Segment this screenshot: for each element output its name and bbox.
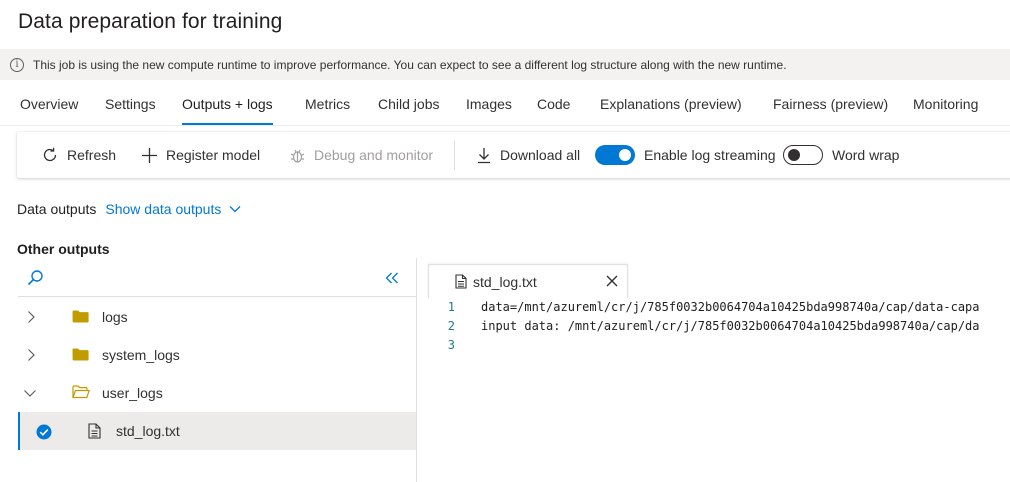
tab-images[interactable]: Images [466,96,512,112]
chevron-right-icon[interactable] [26,310,36,324]
search-icon[interactable] [27,269,44,286]
refresh-button[interactable]: Refresh [41,132,116,178]
line-number: 2 [447,319,455,333]
show-data-outputs-text: Show data outputs [105,201,222,217]
tree-item-logs[interactable]: logs [18,298,416,336]
tab-fairness[interactable]: Fairness (preview) [773,96,888,112]
show-data-outputs-link[interactable]: Show data outputs [105,201,241,217]
refresh-icon [43,147,57,162]
tree-item-system-logs[interactable]: system_logs [18,336,416,374]
data-outputs-row: Data outputs Show data outputs [17,201,241,217]
file-icon [88,423,101,439]
tree-toolbar [18,260,416,297]
tab-code[interactable]: Code [537,96,570,112]
register-model-label: Register model [166,147,261,163]
code-line: 3 [417,338,1010,357]
tab-metrics[interactable]: Metrics [305,96,350,112]
add-icon [142,147,157,163]
log-streaming-label: Enable log streaming [644,147,776,163]
tab-child-jobs[interactable]: Child jobs [378,96,439,112]
word-wrap-toggle[interactable]: Word wrap [783,132,899,178]
tree-item-label: system_logs [102,347,180,363]
tree-item-label: std_log.txt [116,423,180,439]
info-message: This job is using the new compute runtim… [33,57,787,72]
debug-monitor-label: Debug and monitor [314,147,434,163]
file-tree: logs system_logs user_logs std_log.txt [18,260,416,482]
log-viewer: std_log.txt 1 data=/mnt/azureml/cr/j/785… [417,258,1010,482]
checkmark-circle-icon [36,424,52,440]
refresh-label: Refresh [67,147,117,163]
tree-item-user-logs[interactable]: user_logs [18,374,416,412]
word-wrap-switch[interactable] [783,145,823,165]
chevron-down-icon [229,206,241,213]
line-number: 3 [447,338,455,352]
line-content: data=/mnt/azureml/cr/j/785f0032b0064704a… [481,300,980,314]
tree-item-label: logs [102,309,128,325]
tab-settings[interactable]: Settings [105,96,156,112]
file-icon [455,274,467,289]
folder-icon [72,348,89,361]
bug-icon [290,149,305,163]
tab-bar: Overview Settings Outputs + logs Metrics… [0,82,1010,126]
command-bar: Refresh Register model Debug and monitor… [17,132,1010,178]
toolbar-divider [454,140,455,170]
code-line: 1 data=/mnt/azureml/cr/j/785f0032b006470… [417,300,1010,319]
code-line: 2 input data: /mnt/azureml/cr/j/785f0032… [417,319,1010,338]
info-banner: i This job is using the new compute runt… [0,49,1010,80]
tree-item-label: user_logs [102,385,163,401]
register-model-button[interactable]: Register model [141,132,260,178]
download-icon [478,147,490,163]
data-outputs-label: Data outputs [17,201,97,217]
line-content: input data: /mnt/azureml/cr/j/785f0032b0… [481,319,980,333]
folder-icon [72,310,89,323]
chevron-right-icon[interactable] [26,348,36,362]
debug-monitor-button[interactable]: Debug and monitor [289,132,433,178]
chevron-down-icon[interactable] [23,388,37,398]
editor-tab[interactable]: std_log.txt [428,264,628,298]
download-all-button[interactable]: Download all [476,132,580,178]
log-streaming-toggle[interactable]: Enable log streaming [595,132,776,178]
word-wrap-label: Word wrap [832,147,900,163]
collapse-panel-icon[interactable] [385,272,399,284]
tree-item-std-log[interactable]: std_log.txt [18,412,416,450]
tab-overview[interactable]: Overview [20,96,78,112]
folder-open-icon [72,385,90,399]
tab-monitoring[interactable]: Monitoring [913,96,978,112]
editor-tab-name: std_log.txt [473,274,537,290]
tab-outputs-logs[interactable]: Outputs + logs [182,96,273,125]
line-number: 1 [447,300,455,314]
log-streaming-switch[interactable] [595,145,635,165]
info-icon: i [10,57,24,72]
tab-explanations[interactable]: Explanations (preview) [600,96,742,112]
close-icon[interactable] [605,274,619,288]
download-all-label: Download all [500,147,581,163]
page-title: Data preparation for training [18,10,283,33]
other-outputs-heading: Other outputs [17,241,110,257]
